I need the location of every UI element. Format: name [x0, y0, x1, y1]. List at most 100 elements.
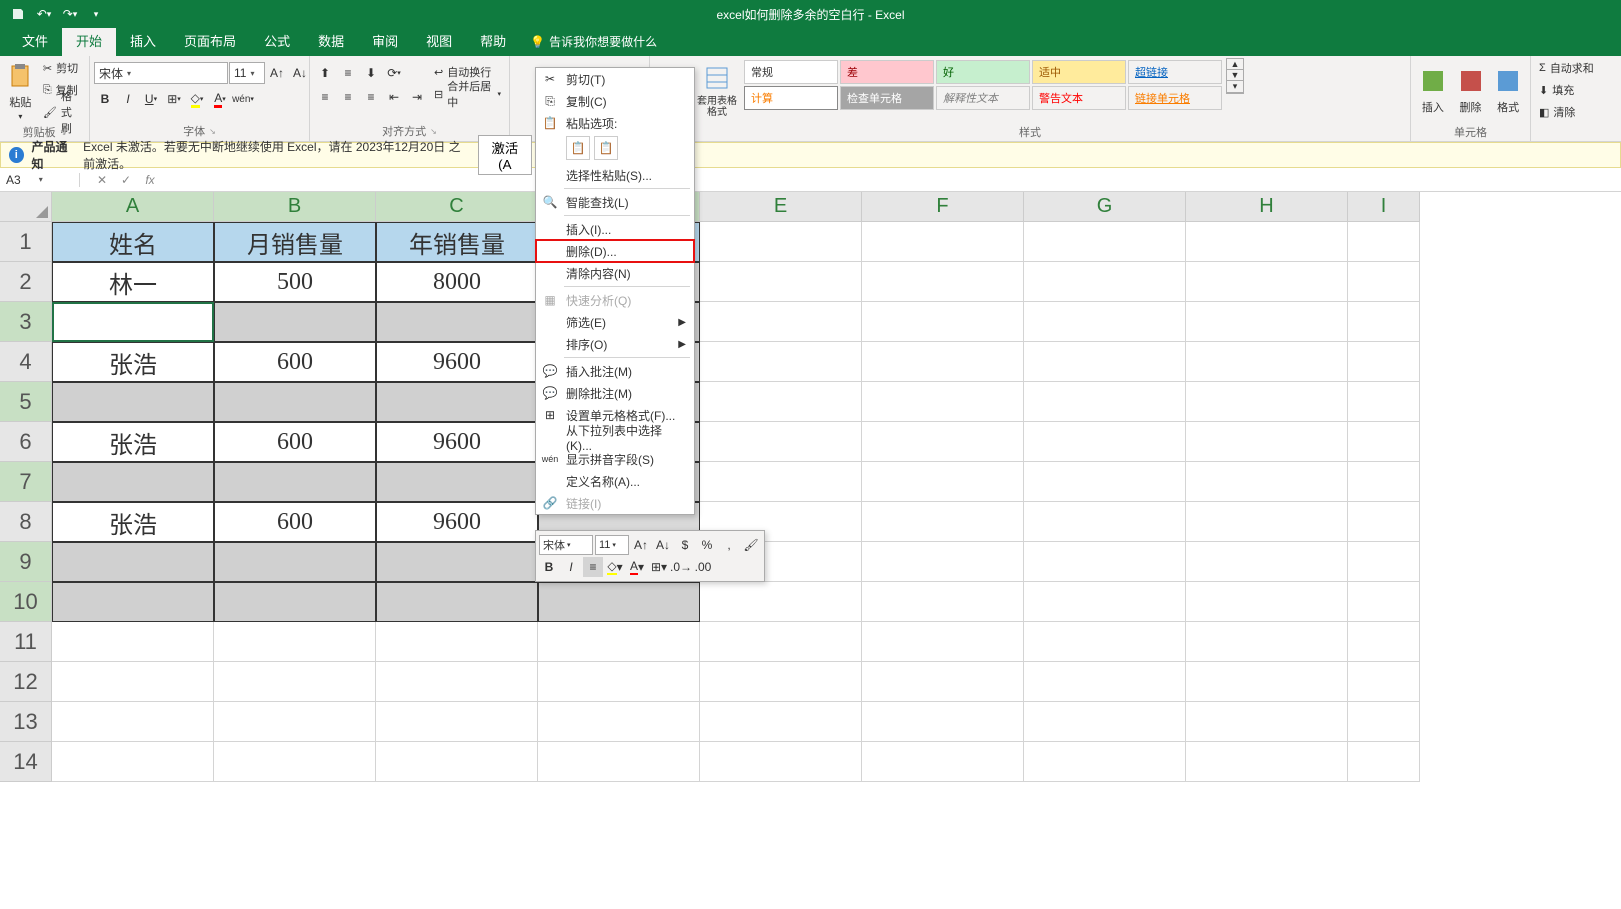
align-middle-button[interactable]: ≡ — [337, 62, 359, 84]
gallery-expand-button[interactable]: ▾ — [1227, 81, 1243, 93]
col-header-F[interactable]: F — [862, 192, 1024, 222]
cell-H13[interactable] — [1186, 702, 1348, 742]
cell-C13[interactable] — [376, 702, 538, 742]
mini-bold[interactable]: B — [539, 557, 559, 577]
tab-insert[interactable]: 插入 — [116, 25, 170, 56]
align-bottom-button[interactable]: ⬇ — [360, 62, 382, 84]
table-format-button[interactable]: 套用表格格式 — [694, 58, 740, 122]
tab-file[interactable]: 文件 — [8, 25, 62, 56]
cell-D14[interactable] — [538, 742, 700, 782]
dialog-launcher-icon[interactable]: ↘ — [430, 127, 437, 136]
cell-B2[interactable]: 500 — [214, 262, 376, 302]
cell-B9[interactable] — [214, 542, 376, 582]
tab-formula[interactable]: 公式 — [250, 25, 304, 56]
cm-phonetic[interactable]: wén显示拼音字段(S) — [536, 448, 694, 470]
cell-I3[interactable] — [1348, 302, 1420, 342]
activate-button[interactable]: 激活(A — [478, 135, 532, 175]
mini-inc-decimal[interactable]: .0→ — [671, 557, 691, 577]
align-left-button[interactable]: ≡ — [314, 86, 336, 108]
cell-A14[interactable] — [52, 742, 214, 782]
cell-E7[interactable] — [700, 462, 862, 502]
cell-A6[interactable]: 张浩 — [52, 422, 214, 462]
tab-layout[interactable]: 页面布局 — [170, 25, 250, 56]
mini-accounting[interactable]: $ — [675, 535, 695, 555]
cell-H5[interactable] — [1186, 382, 1348, 422]
cell-F11[interactable] — [862, 622, 1024, 662]
cm-dropdown[interactable]: 从下拉列表中选择(K)... — [536, 426, 694, 448]
cell-H7[interactable] — [1186, 462, 1348, 502]
cell-F2[interactable] — [862, 262, 1024, 302]
phonetic-button[interactable]: wén▾ — [232, 88, 254, 110]
underline-button[interactable]: U▾ — [140, 88, 162, 110]
style-normal[interactable]: 常规 — [744, 60, 838, 84]
select-all-corner[interactable] — [0, 192, 52, 222]
cell-H1[interactable] — [1186, 222, 1348, 262]
cell-F14[interactable] — [862, 742, 1024, 782]
cell-B13[interactable] — [214, 702, 376, 742]
cm-clear[interactable]: 清除内容(N) — [536, 262, 694, 284]
cell-G11[interactable] — [1024, 622, 1186, 662]
font-size-select[interactable]: 11▾ — [229, 62, 265, 84]
cell-C1[interactable]: 年销售量 — [376, 222, 538, 262]
cell-B7[interactable] — [214, 462, 376, 502]
cell-H3[interactable] — [1186, 302, 1348, 342]
cell-F1[interactable] — [862, 222, 1024, 262]
cell-G8[interactable] — [1024, 502, 1186, 542]
row-header-14[interactable]: 14 — [0, 742, 52, 782]
cell-I9[interactable] — [1348, 542, 1420, 582]
clear-button[interactable]: ◧清除 — [1535, 102, 1598, 122]
cell-I12[interactable] — [1348, 662, 1420, 702]
cm-paste-special[interactable]: 选择性粘贴(S)... — [536, 164, 694, 186]
cell-H6[interactable] — [1186, 422, 1348, 462]
redo-button[interactable]: ↷▾ — [58, 2, 82, 26]
mini-italic[interactable]: I — [561, 557, 581, 577]
cell-A7[interactable] — [52, 462, 214, 502]
cell-I6[interactable] — [1348, 422, 1420, 462]
cell-I8[interactable] — [1348, 502, 1420, 542]
cell-E3[interactable] — [700, 302, 862, 342]
cell-A4[interactable]: 张浩 — [52, 342, 214, 382]
border-button[interactable]: ⊞▾ — [163, 88, 185, 110]
cut-button[interactable]: ✂剪切 — [39, 58, 85, 78]
cell-H12[interactable] — [1186, 662, 1348, 702]
cm-copy[interactable]: ⎘复制(C) — [536, 90, 694, 112]
cell-C6[interactable]: 9600 — [376, 422, 538, 462]
cell-H8[interactable] — [1186, 502, 1348, 542]
autosum-button[interactable]: Σ自动求和 — [1535, 58, 1598, 78]
format-painter-button[interactable]: 🖌格式刷 — [39, 102, 85, 122]
cell-I4[interactable] — [1348, 342, 1420, 382]
cell-G4[interactable] — [1024, 342, 1186, 382]
cell-B3[interactable] — [214, 302, 376, 342]
orientation-button[interactable]: ⟳▾ — [383, 62, 405, 84]
cell-E10[interactable] — [700, 582, 862, 622]
cell-A2[interactable]: 林一 — [52, 262, 214, 302]
style-bad[interactable]: 差 — [840, 60, 934, 84]
cell-F5[interactable] — [862, 382, 1024, 422]
cell-I2[interactable] — [1348, 262, 1420, 302]
cm-delete-comment[interactable]: 💬删除批注(M) — [536, 382, 694, 404]
cell-G10[interactable] — [1024, 582, 1186, 622]
col-header-H[interactable]: H — [1186, 192, 1348, 222]
cell-H10[interactable] — [1186, 582, 1348, 622]
cell-H14[interactable] — [1186, 742, 1348, 782]
col-header-E[interactable]: E — [700, 192, 862, 222]
cell-H4[interactable] — [1186, 342, 1348, 382]
tab-view[interactable]: 视图 — [412, 25, 466, 56]
cell-E1[interactable] — [700, 222, 862, 262]
cell-E14[interactable] — [700, 742, 862, 782]
cell-D11[interactable] — [538, 622, 700, 662]
indent-dec-button[interactable]: ⇤ — [383, 86, 405, 108]
style-explain[interactable]: 解释性文本 — [936, 86, 1030, 110]
cell-I5[interactable] — [1348, 382, 1420, 422]
cell-G14[interactable] — [1024, 742, 1186, 782]
cell-B8[interactable]: 600 — [214, 502, 376, 542]
dialog-launcher-icon[interactable]: ↘ — [209, 127, 216, 136]
row-header-7[interactable]: 7 — [0, 462, 52, 502]
cm-insert[interactable]: 插入(I)... — [536, 218, 694, 240]
cell-F4[interactable] — [862, 342, 1024, 382]
style-linked[interactable]: 链接单元格 — [1128, 86, 1222, 110]
cell-A12[interactable] — [52, 662, 214, 702]
paste-default[interactable]: 📋 — [566, 136, 590, 160]
indent-inc-button[interactable]: ⇥ — [406, 86, 428, 108]
col-header-B[interactable]: B — [214, 192, 376, 222]
